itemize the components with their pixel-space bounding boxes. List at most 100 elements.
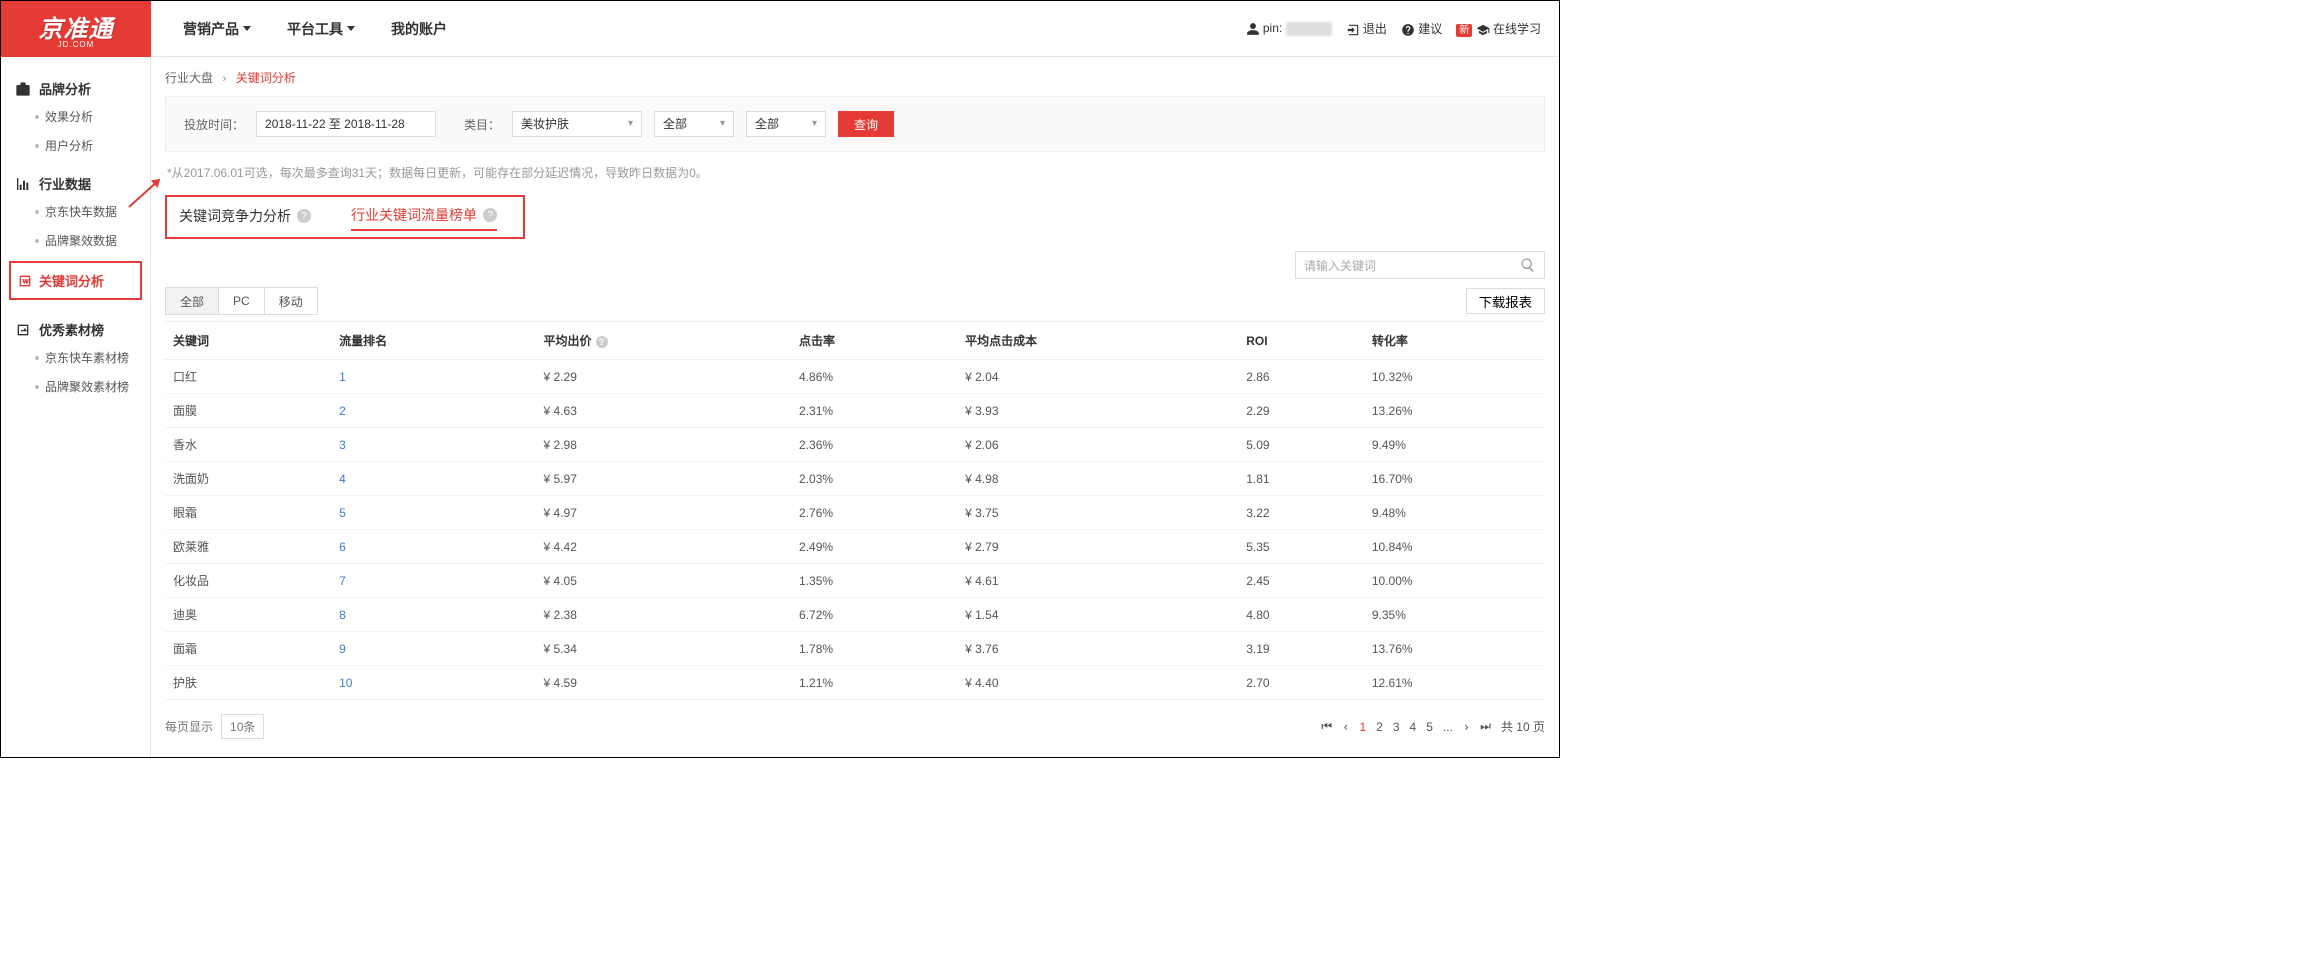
col-keyword[interactable]: 关键词 — [165, 322, 331, 360]
cell-rank[interactable]: 10 — [331, 666, 535, 700]
pager-first[interactable]: ⏮ — [1321, 719, 1332, 734]
cell-rank[interactable]: 8 — [331, 598, 535, 632]
study-link[interactable]: 新 在线学习 — [1456, 20, 1541, 37]
bullet-icon — [35, 115, 39, 119]
nav-marketing-products[interactable]: 营销产品 — [183, 19, 251, 39]
crumb-root[interactable]: 行业大盘 — [165, 71, 213, 85]
pager-page[interactable]: 3 — [1393, 720, 1400, 734]
query-button[interactable]: 查询 — [838, 111, 894, 137]
image-icon — [15, 322, 31, 338]
cell-keyword: 口红 — [165, 360, 331, 394]
nav-platform-tools[interactable]: 平台工具 — [287, 19, 355, 39]
suggest-label: 建议 — [1418, 22, 1442, 36]
cell-bid: ¥ 4.97 — [536, 496, 792, 530]
col-cpc[interactable]: 平均点击成本 — [957, 322, 1238, 360]
chart-icon — [15, 176, 31, 192]
sidebar-item-brand-material[interactable]: 品牌聚效素材榜 — [1, 372, 150, 401]
sidebar-item-label: 京东快车素材榜 — [45, 349, 129, 366]
sidebar-group-material[interactable]: 优秀素材榜 — [1, 306, 150, 343]
nav-label: 我的账户 — [391, 19, 447, 39]
segment-pc[interactable]: PC — [219, 288, 265, 314]
segment-mobile[interactable]: 移动 — [265, 288, 317, 314]
sidebar-item-jd-material[interactable]: 京东快车素材榜 — [1, 343, 150, 372]
tab-competitive-analysis[interactable]: 关键词竞争力分析 ? — [179, 206, 311, 230]
cell-cpc: ¥ 2.04 — [957, 360, 1238, 394]
sidebar-item-jd-express[interactable]: 京东快车数据 — [1, 197, 150, 226]
col-roi[interactable]: ROI — [1238, 322, 1364, 360]
suggest-link[interactable]: 建议 — [1401, 20, 1442, 37]
help-icon[interactable]: ? — [483, 208, 497, 222]
new-badge: 新 — [1456, 24, 1472, 37]
pager-last[interactable]: ⏭ — [1480, 719, 1491, 734]
cell-rank[interactable]: 2 — [331, 394, 535, 428]
cell-bid: ¥ 4.63 — [536, 394, 792, 428]
cell-rank[interactable]: 7 — [331, 564, 535, 598]
cell-rank[interactable]: 4 — [331, 462, 535, 496]
cell-rank[interactable]: 3 — [331, 428, 535, 462]
sidebar-item-effect[interactable]: 效果分析 — [1, 102, 150, 131]
cell-keyword: 眼霜 — [165, 496, 331, 530]
cell-keyword: 香水 — [165, 428, 331, 462]
cell-bid: ¥ 4.59 — [536, 666, 792, 700]
group-title: 品牌分析 — [39, 79, 91, 98]
pager-page[interactable]: 4 — [1410, 720, 1417, 734]
pager-page[interactable]: 2 — [1376, 720, 1383, 734]
keyword-search-input[interactable]: 请输入关键词 — [1295, 251, 1545, 279]
help-icon[interactable]: ? — [297, 209, 311, 223]
cell-keyword: 迪奥 — [165, 598, 331, 632]
cell-roi: 2.29 — [1238, 394, 1364, 428]
tabs-highlight-box: 关键词竞争力分析 ? 行业关键词流量榜单 ? — [165, 195, 525, 239]
per-page-label: 每页显示 — [165, 718, 213, 735]
sidebar-group-brand[interactable]: 品牌分析 — [1, 65, 150, 102]
col-ctr[interactable]: 点击率 — [791, 322, 957, 360]
help-icon[interactable]: ? — [596, 336, 608, 348]
cell-cvr: 16.70% — [1364, 462, 1545, 496]
per-page-select[interactable]: 10条 — [221, 714, 264, 739]
cell-cvr: 10.32% — [1364, 360, 1545, 394]
sidebar-group-industry[interactable]: 行业数据 — [1, 160, 150, 197]
per-page: 每页显示 10条 — [165, 714, 264, 739]
sidebar-item-label: 品牌聚效数据 — [45, 232, 117, 249]
logout-link[interactable]: 退出 — [1346, 20, 1387, 37]
pager-page[interactable]: 5 — [1426, 720, 1433, 734]
col-cvr[interactable]: 转化率 — [1364, 322, 1545, 360]
date-range-value: 2018-11-22 至 2018-11-28 — [265, 112, 405, 136]
cell-bid: ¥ 4.42 — [536, 530, 792, 564]
cell-cvr: 10.84% — [1364, 530, 1545, 564]
cell-rank[interactable]: 1 — [331, 360, 535, 394]
cell-cpc: ¥ 1.54 — [957, 598, 1238, 632]
breadcrumb: 行业大盘 › 关键词分析 — [165, 69, 1545, 86]
sidebar-item-label: 效果分析 — [45, 108, 93, 125]
logo[interactable]: 京准通 JD.COM — [1, 1, 151, 57]
pager-next[interactable]: › — [1463, 720, 1470, 734]
cell-rank[interactable]: 9 — [331, 632, 535, 666]
sidebar-item-user[interactable]: 用户分析 — [1, 131, 150, 160]
filter-bar: 投放时间： 2018-11-22 至 2018-11-28 类目： 美妆护肤▾ … — [165, 96, 1545, 152]
col-bid[interactable]: 平均出价? — [536, 322, 792, 360]
col-rank[interactable]: 流量排名 — [331, 322, 535, 360]
cell-rank[interactable]: 6 — [331, 530, 535, 564]
cell-keyword: 欧莱雅 — [165, 530, 331, 564]
bullet-icon — [35, 356, 39, 360]
category-select-1[interactable]: 美妆护肤▾ — [512, 111, 642, 137]
segment-all[interactable]: 全部 — [166, 288, 219, 314]
category-select-3[interactable]: 全部▾ — [746, 111, 826, 137]
sidebar-item-brand-effect[interactable]: 品牌聚效数据 — [1, 226, 150, 255]
cell-rank[interactable]: 5 — [331, 496, 535, 530]
sidebar-item-keyword-analysis[interactable]: 关键词分析 — [9, 261, 142, 300]
category-select-2[interactable]: 全部▾ — [654, 111, 734, 137]
pager-prev[interactable]: ‹ — [1342, 720, 1349, 734]
nav-my-account[interactable]: 我的账户 — [391, 19, 447, 39]
tab-traffic-ranking[interactable]: 行业关键词流量榜单 ? — [351, 205, 497, 231]
table-header-row: 关键词 流量排名 平均出价? 点击率 平均点击成本 ROI 转化率 — [165, 322, 1545, 360]
pager-page[interactable]: 1 — [1359, 720, 1366, 734]
chevron-down-icon: ▾ — [628, 112, 633, 136]
cell-ctr: 4.86% — [791, 360, 957, 394]
cell-keyword: 面霜 — [165, 632, 331, 666]
date-range-input[interactable]: 2018-11-22 至 2018-11-28 — [256, 111, 436, 137]
pager-row: 每页显示 10条 ⏮ ‹ 1 2 3 4 5 ... › ⏭ 共 10 页 — [165, 714, 1545, 739]
cell-keyword: 化妆品 — [165, 564, 331, 598]
logout-label: 退出 — [1363, 22, 1387, 36]
download-report-button[interactable]: 下载报表 — [1466, 288, 1545, 314]
cell-cpc: ¥ 4.40 — [957, 666, 1238, 700]
